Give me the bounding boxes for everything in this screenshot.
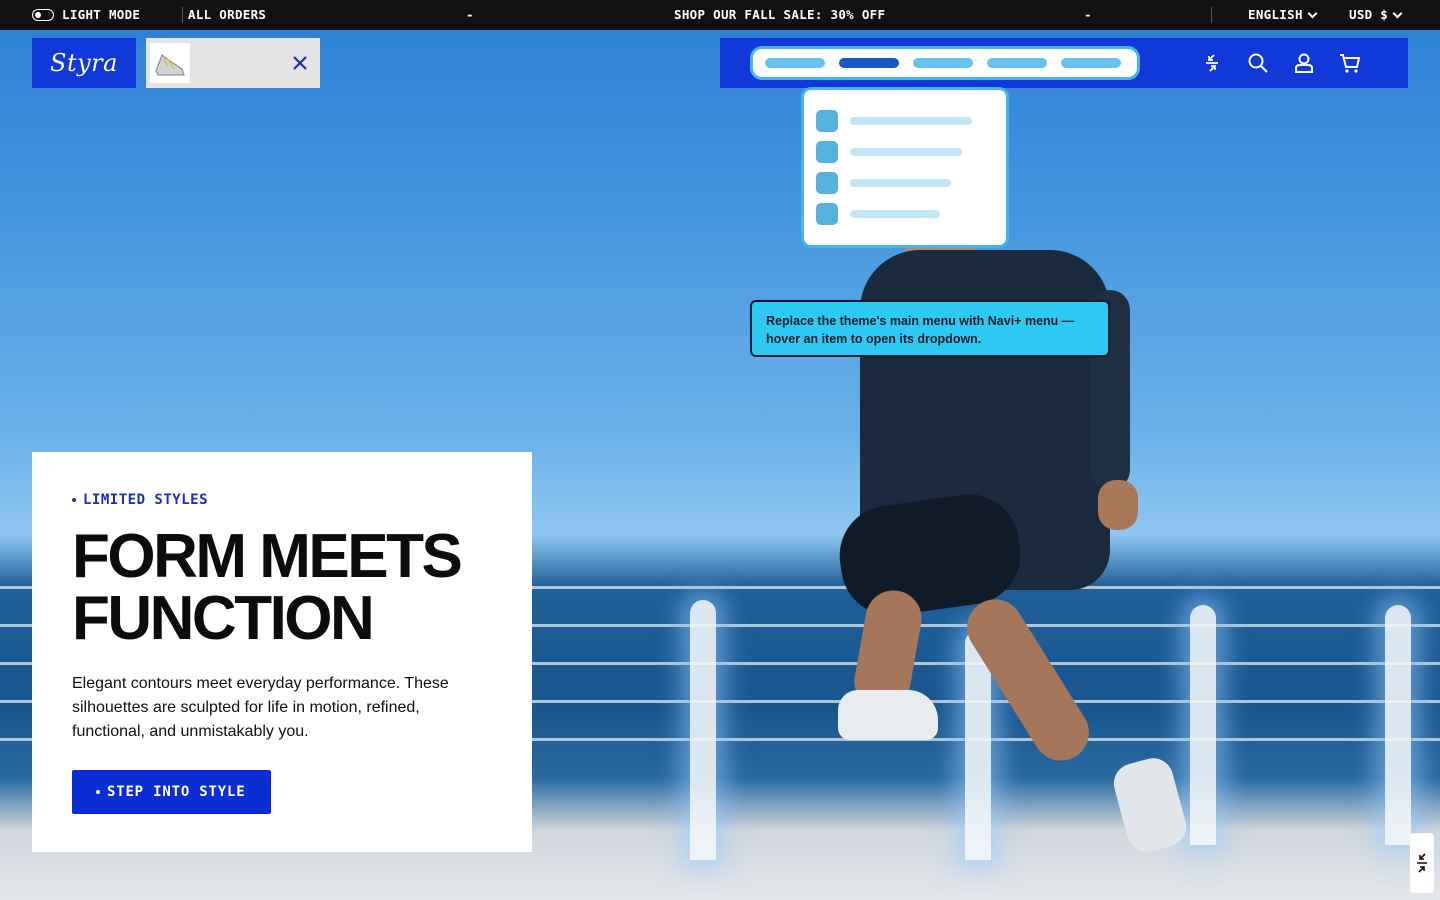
light-mode-toggle[interactable]: LIGHT MODE — [32, 0, 140, 30]
dropdown-item[interactable] — [816, 203, 994, 225]
bullet-icon — [72, 498, 76, 502]
logo: Styra — [50, 49, 118, 77]
chevron-down-icon — [1307, 8, 1318, 18]
menu-item[interactable] — [913, 58, 973, 68]
dropdown-item[interactable] — [816, 141, 994, 163]
logo-link[interactable]: Styra — [32, 38, 136, 88]
dropdown-item-icon — [816, 203, 838, 225]
dropdown-item[interactable] — [816, 110, 994, 132]
currency-selector[interactable]: USD $ — [1349, 0, 1403, 30]
cta-label: STEP INTO STYLE — [107, 784, 246, 800]
dropdown-item-label — [850, 210, 940, 218]
menu-item[interactable] — [987, 58, 1047, 68]
separator: - — [1084, 7, 1092, 22]
search-icon[interactable] — [1246, 51, 1270, 75]
runner — [1098, 480, 1138, 530]
navi-plus-icon[interactable] — [1200, 51, 1224, 75]
step-into-style-button[interactable]: STEP INTO STYLE — [72, 770, 272, 814]
dropdown-item-icon — [816, 172, 838, 194]
currency-label: USD $ — [1349, 7, 1389, 22]
account-icon[interactable] — [1292, 51, 1316, 75]
recent-product-chip[interactable] — [146, 38, 320, 88]
close-icon[interactable] — [290, 53, 310, 73]
all-orders-link[interactable]: ALL ORDERS — [188, 0, 266, 30]
separator: - — [466, 7, 474, 22]
dropdown-item-label — [850, 179, 951, 187]
dropdown-item-icon — [816, 110, 838, 132]
menu-dropdown — [801, 87, 1009, 248]
announcement-bar: LIGHT MODE ALL ORDERS - SHOP OUR FALL SA… — [0, 0, 1440, 30]
navi-plus-menu — [750, 46, 1140, 80]
dropdown-item-label — [850, 117, 972, 125]
eyebrow-label: LIMITED STYLES — [83, 492, 209, 508]
sneaker-icon — [155, 54, 185, 76]
hero-card: LIMITED STYLES FORM MEETS FUNCTION Elega… — [32, 452, 532, 852]
onboarding-tooltip: Replace the theme's main menu with Navi+… — [750, 300, 1110, 357]
hero-headline: FORM MEETS FUNCTION — [72, 526, 492, 650]
language-selector[interactable]: ENGLISH — [1248, 0, 1318, 30]
railing-post — [690, 600, 716, 860]
navi-plus-icon — [1417, 853, 1427, 873]
language-label: ENGLISH — [1248, 7, 1303, 22]
menu-item-active[interactable] — [839, 58, 899, 68]
headline-line: FORM MEETS — [72, 522, 463, 591]
dropdown-item-icon — [816, 141, 838, 163]
chevron-down-icon — [1392, 8, 1403, 18]
dropdown-item-label — [850, 148, 962, 156]
sale-announcement-link[interactable]: SHOP OUR FALL SALE: 30% OFF — [674, 0, 885, 30]
railing-post — [1190, 605, 1216, 845]
runner-shoe — [838, 690, 938, 740]
cart-icon[interactable] — [1338, 51, 1362, 75]
dropdown-item[interactable] — [816, 172, 994, 194]
main-navigation — [720, 38, 1408, 88]
divider — [1211, 7, 1212, 23]
product-thumbnail[interactable] — [150, 43, 190, 83]
navi-plus-widget-button[interactable] — [1410, 833, 1434, 893]
railing-post — [1385, 605, 1411, 845]
menu-item[interactable] — [1061, 58, 1121, 68]
runner-shoe — [1109, 753, 1191, 857]
hero-description: Elegant contours meet everyday performan… — [72, 675, 449, 740]
headline-line: FUNCTION — [72, 584, 375, 653]
bullet-icon — [96, 790, 100, 794]
eyebrow: LIMITED STYLES — [72, 492, 492, 508]
divider — [182, 7, 183, 23]
menu-item[interactable] — [765, 58, 825, 68]
light-mode-label: LIGHT MODE — [62, 7, 141, 22]
toggle-switch-icon[interactable] — [32, 9, 54, 21]
